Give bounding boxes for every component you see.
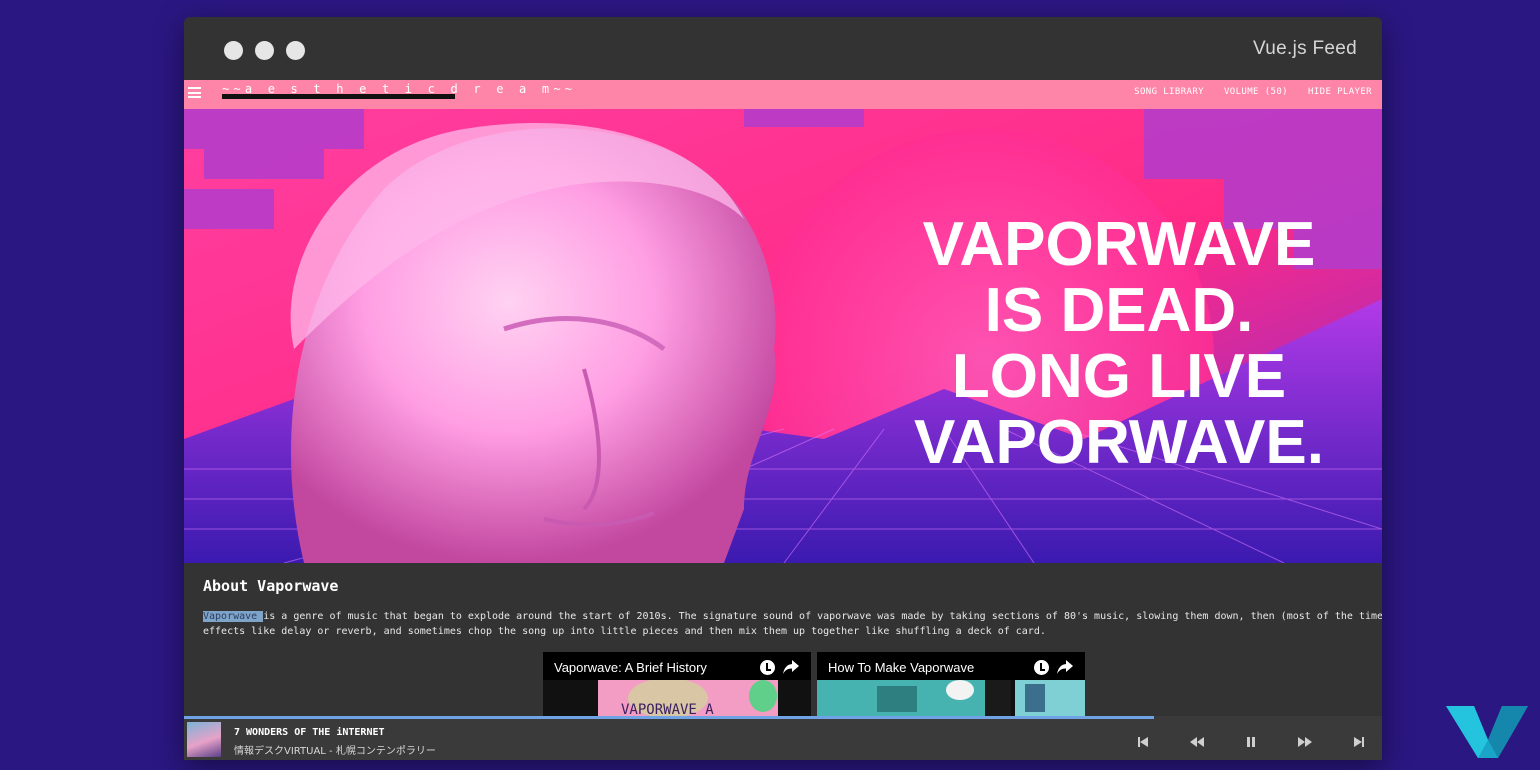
video-title: Vaporwave: A Brief History (554, 660, 707, 675)
clock-icon[interactable] (1034, 660, 1049, 675)
top-nav: SONG LIBRARY VOLUME (50) HIDE PLAYER (1134, 87, 1372, 97)
player-controls (1134, 736, 1368, 748)
share-icon[interactable] (1057, 660, 1073, 674)
about-line-1: is a genre of music that began to explod… (263, 611, 1382, 622)
svg-text:VAPORWAVE A: VAPORWAVE A (621, 702, 714, 716)
about-section: About Vaporwave Vaporwave is a genre of … (184, 563, 1382, 716)
video-embed-how-to[interactable]: How To Make Vaporwave (817, 652, 1085, 716)
skip-next-icon[interactable] (1350, 736, 1368, 748)
hero-headline-line-3: LONG LIVE (952, 342, 1286, 411)
track-artist: 情報デスクVIRTUAL - 札幌コンテンポラリー (234, 746, 436, 757)
menu-icon[interactable] (188, 87, 201, 98)
window-titlebar: Vue.js Feed (184, 17, 1382, 80)
hero-headline-line-2: IS DEAD. (985, 276, 1254, 345)
app-toolbar: ~~a e s t h e t i c d r e a m~~ SONG LIB… (184, 80, 1382, 109)
window-title: Vue.js Feed (1253, 38, 1357, 59)
video-thumbnail (817, 680, 1085, 716)
highlighted-term: Vaporwave (203, 611, 264, 622)
skip-previous-icon[interactable] (1134, 736, 1152, 748)
share-icon[interactable] (783, 660, 799, 674)
window-control-maximize[interactable] (286, 41, 305, 60)
nav-song-library[interactable]: SONG LIBRARY (1134, 87, 1204, 97)
about-title: About Vaporwave (203, 577, 339, 595)
window-control-minimize[interactable] (255, 41, 274, 60)
music-player: 7 WONDERS OF THE iNTERNET 情報デスクVIRTUAL -… (184, 716, 1382, 760)
video-thumbnail: VAPORWAVE A (543, 680, 811, 716)
hero-headline-line-1: VAPORWAVE (923, 210, 1316, 279)
pause-icon[interactable] (1242, 736, 1260, 748)
fast-forward-icon[interactable] (1296, 736, 1314, 748)
about-line-2: effects like delay or reverb, and someti… (203, 626, 1046, 637)
track-title: 7 WONDERS OF THE iNTERNET (234, 727, 385, 738)
hero-banner: VAPORWAVE IS DEAD. LONG LIVE VAPORWAVE. (184, 109, 1382, 563)
about-description: Vaporwave is a genre of music that began… (203, 609, 1382, 639)
rewind-icon[interactable] (1188, 736, 1206, 748)
hero-headline-line-4: VAPORWAVE. (914, 408, 1324, 477)
app-window: Vue.js Feed ~~a e s t h e t i c d r e a … (184, 17, 1382, 760)
playback-progress-bar[interactable] (184, 716, 1155, 719)
nav-hide-player[interactable]: HIDE PLAYER (1308, 87, 1372, 97)
album-cover (187, 722, 221, 757)
vuetify-logo (1446, 706, 1528, 758)
clock-icon[interactable] (760, 660, 775, 675)
window-control-close[interactable] (224, 41, 243, 60)
brand-underline (222, 94, 455, 99)
hero-artwork: VAPORWAVE IS DEAD. LONG LIVE VAPORWAVE. (184, 109, 1382, 563)
nav-volume[interactable]: VOLUME (50) (1224, 87, 1288, 97)
video-embed-history[interactable]: Vaporwave: A Brief History VAPORWAVE A (543, 652, 811, 716)
video-title: How To Make Vaporwave (828, 660, 975, 675)
